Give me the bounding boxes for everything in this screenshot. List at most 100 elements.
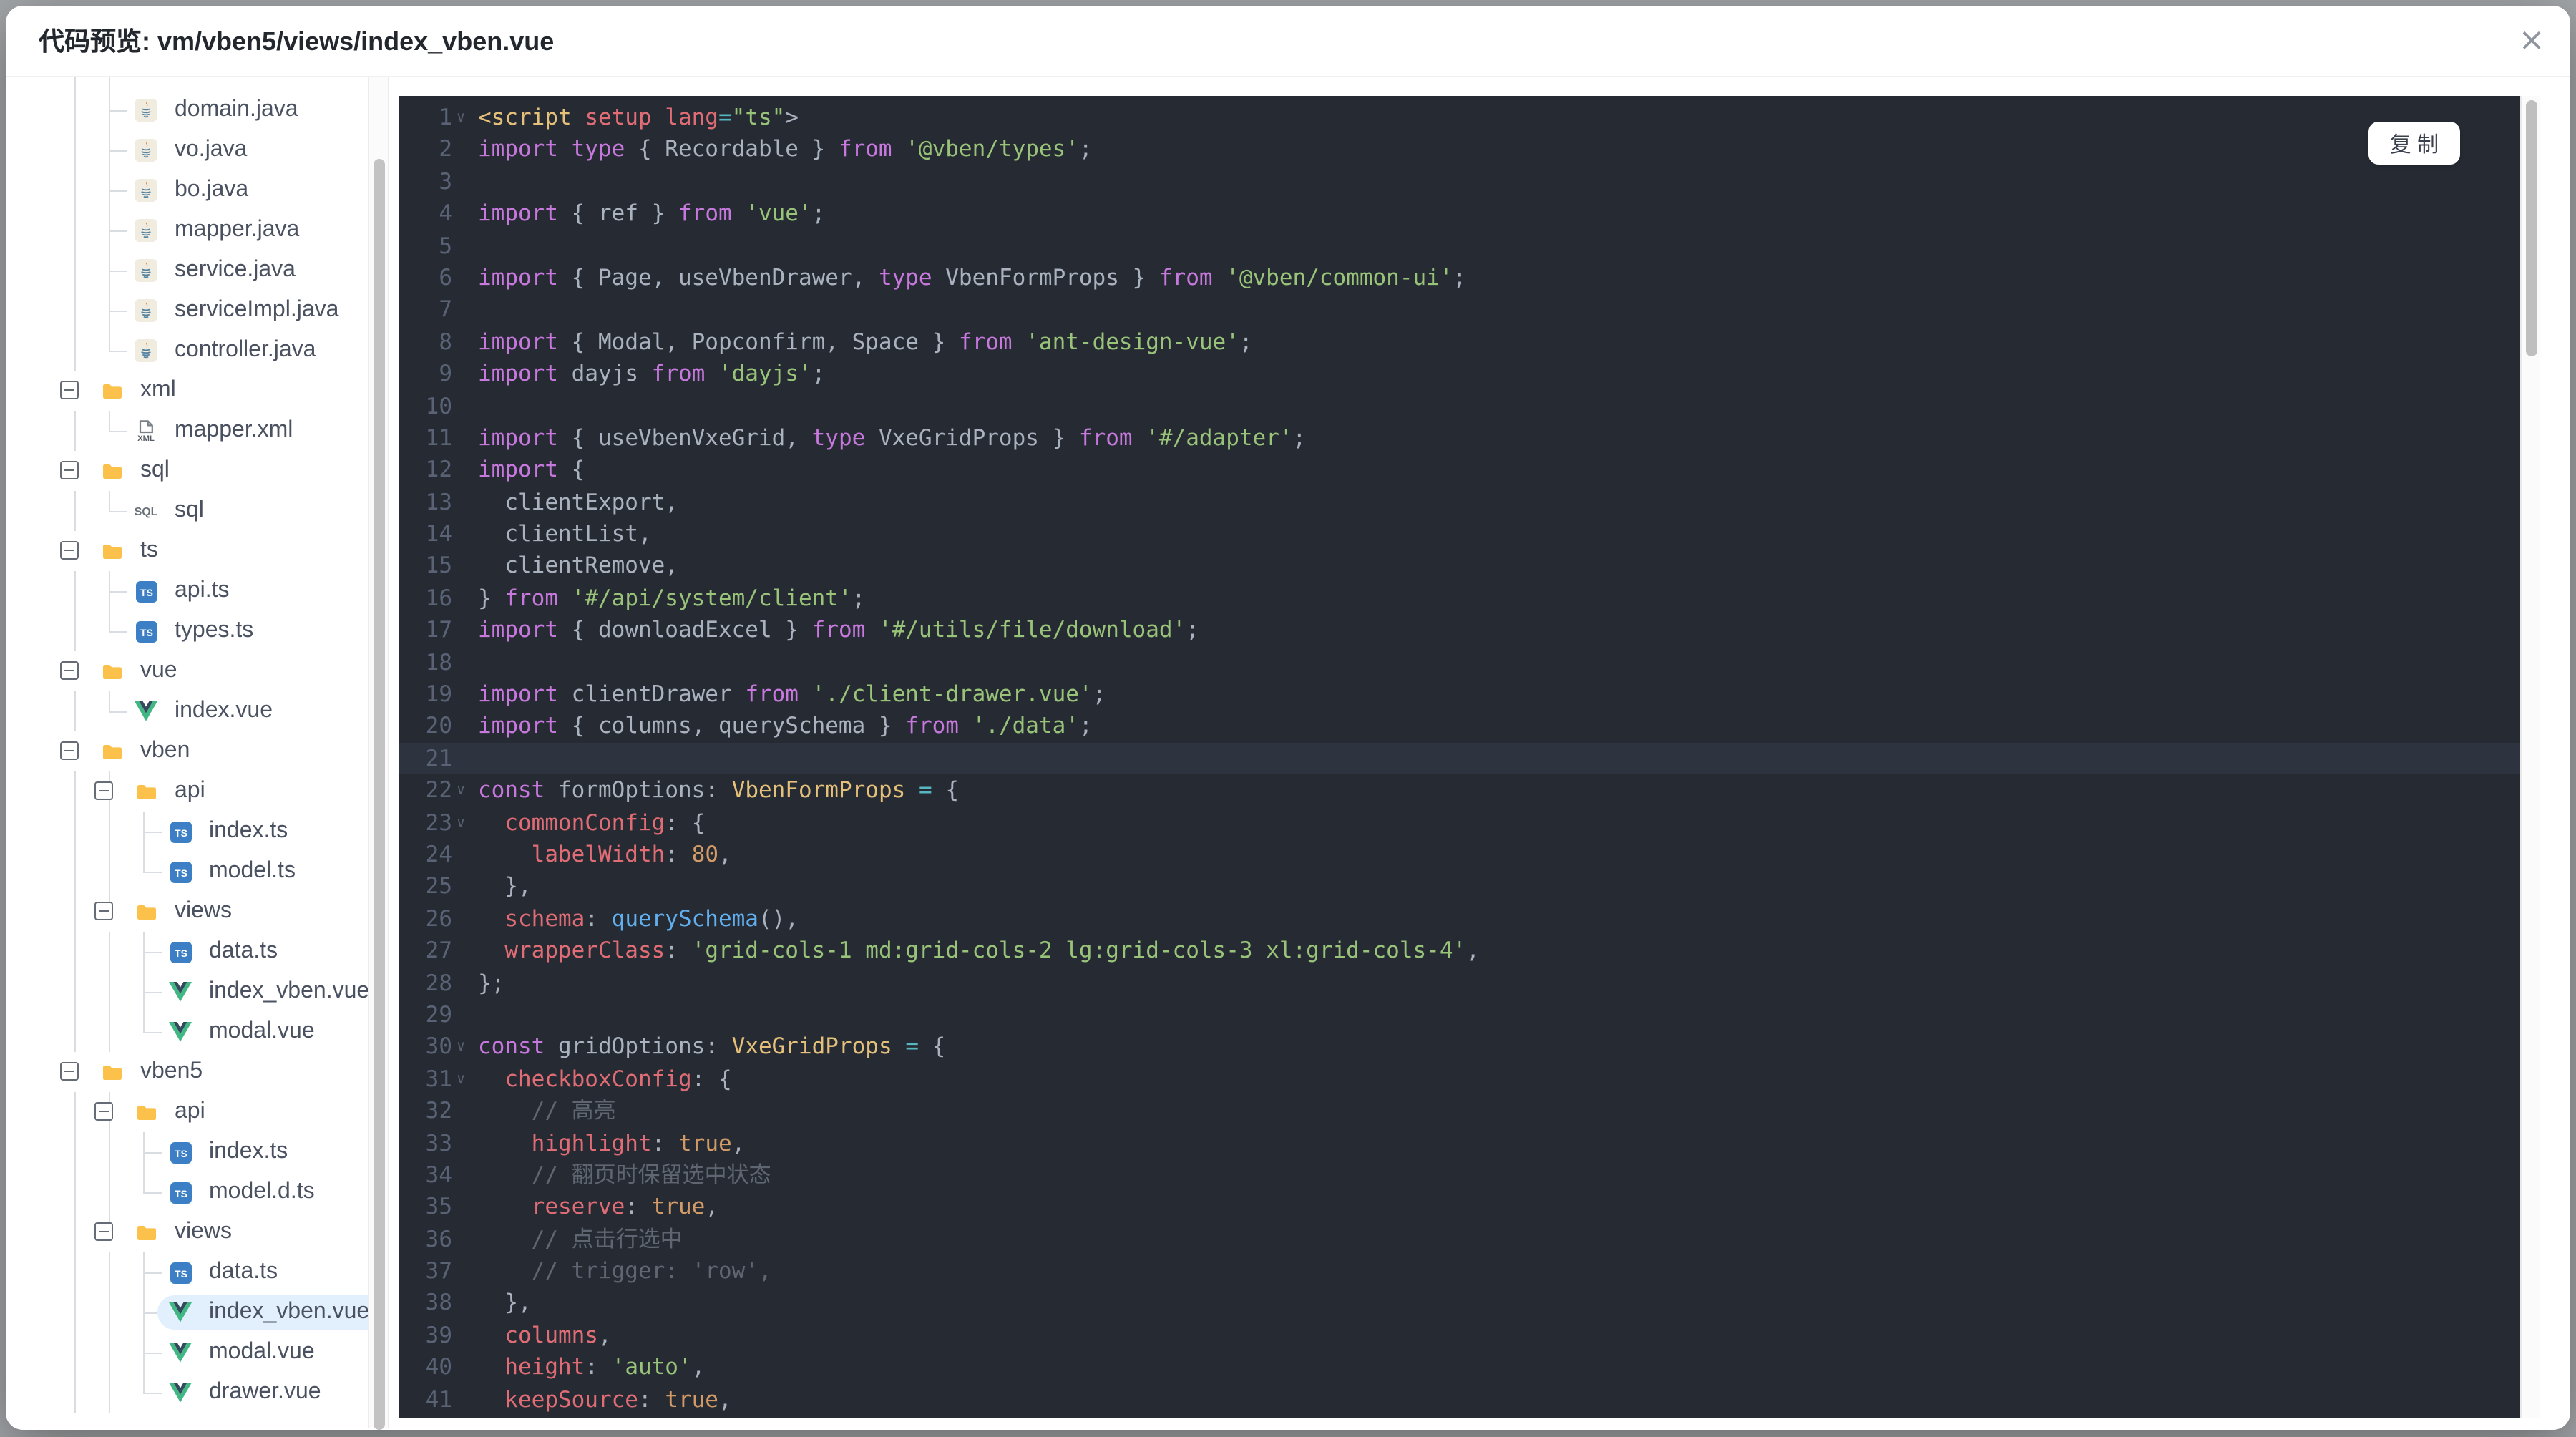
line-number: 12 <box>425 457 452 483</box>
tree-folder-vben[interactable]: vben <box>6 731 368 771</box>
tree-file-data.ts[interactable]: TS data.ts <box>6 932 368 972</box>
tree-file-index_vben.vue[interactable]: index_vben.vue <box>6 972 368 1012</box>
tree-scrollbar[interactable] <box>368 77 389 1430</box>
collapse-minus-icon[interactable] <box>60 661 79 680</box>
collapse-minus-icon[interactable] <box>94 1102 113 1121</box>
tree-file-drawer.vue[interactable]: drawer.vue <box>6 1373 368 1413</box>
tree-file-index.vue[interactable]: index.vue <box>6 691 368 731</box>
tree-file-bo.java[interactable]: bo.java <box>6 170 368 210</box>
code-scrollbar[interactable] <box>2520 96 2540 1418</box>
code-editor[interactable]: 1 ∨ <script setup lang="ts"> 2 import type {… <box>399 96 2520 1418</box>
code-token: '#/adapter' <box>1132 424 1293 451</box>
collapse-minus-icon[interactable] <box>94 781 113 800</box>
collapse-minus-icon[interactable] <box>60 381 79 399</box>
tree-file-index.ts[interactable]: TS index.ts <box>6 812 368 852</box>
tree-file-domain.java[interactable]: domain.java <box>6 90 368 130</box>
tree-folder-xml[interactable]: xml <box>6 371 368 411</box>
tree-file-controller.java[interactable]: controller.java <box>6 331 368 371</box>
tree-folder-sql[interactable]: sql <box>6 451 368 491</box>
line-number: 19 <box>425 681 452 708</box>
tree-row-content: api <box>123 1095 223 1129</box>
tree-file-index.ts[interactable]: TS index.ts <box>6 1132 368 1172</box>
tree-scrollbar-thumb[interactable] <box>374 159 385 1430</box>
fold-chevron-icon[interactable]: ∨ <box>452 1031 478 1068</box>
dialog-body: domain.java vo.java bo.java mapper.java serv… <box>6 77 2570 1430</box>
tree-file-data.ts[interactable]: TS data.ts <box>6 1252 368 1292</box>
tree-file-service.java[interactable]: service.java <box>6 250 368 291</box>
collapse-minus-icon[interactable] <box>60 541 79 560</box>
code-token: 'auto' <box>611 1354 692 1380</box>
code-token: ; <box>1186 617 1199 643</box>
code-token: from <box>905 713 959 739</box>
code-token: , <box>718 841 732 867</box>
code-line-39: 39 columns, <box>399 1320 2520 1352</box>
code-token: VxeGridProps } <box>865 424 1079 451</box>
tree-file-mapper.xml[interactable]: XML mapper.xml <box>6 411 368 451</box>
tree-guide-line <box>109 1012 110 1052</box>
tree-file-mapper.java[interactable]: mapper.java <box>6 210 368 250</box>
tree-folder-views[interactable]: views <box>6 892 368 932</box>
ts-file-icon: TS <box>169 1141 192 1164</box>
line-number: 22 <box>425 777 452 804</box>
tree-folder-api[interactable]: api <box>6 771 368 812</box>
collapse-minus-icon[interactable] <box>94 1222 113 1241</box>
tree-file-sql[interactable]: SQL sql <box>6 491 368 531</box>
collapse-minus-icon[interactable] <box>60 741 79 760</box>
tree-folder-vben5[interactable]: vben5 <box>6 1052 368 1092</box>
code-token: { columns, querySchema } <box>558 713 906 739</box>
code-token: true <box>678 1130 732 1156</box>
code-token: from <box>1158 264 1213 291</box>
vue-file-icon <box>169 1341 192 1364</box>
code-token: 80 <box>691 841 718 867</box>
tree-folder-api[interactable]: api <box>6 1092 368 1132</box>
collapse-minus-icon[interactable] <box>60 461 79 479</box>
tree-guide-line <box>109 611 110 631</box>
tree-file-serviceImpl.java[interactable]: serviceImpl.java <box>6 291 368 331</box>
code-scrollbar-thumb[interactable] <box>2526 100 2537 356</box>
tree-guide-line <box>74 1252 76 1292</box>
line-number: 14 <box>425 521 452 547</box>
tree-file-model.d.ts[interactable]: TS model.d.ts <box>6 1172 368 1212</box>
collapse-minus-icon[interactable] <box>94 902 113 920</box>
code-token: '#/api/system/client' <box>558 585 852 611</box>
tree-file-modal.vue[interactable]: modal.vue <box>6 1333 368 1373</box>
tree-file-index_vben.vue[interactable]: index_vben.vue <box>6 1292 368 1333</box>
fold-chevron-icon[interactable]: ∨ <box>452 807 478 843</box>
xml-file-icon: XML <box>135 419 157 442</box>
tree-guide-line <box>74 1092 76 1132</box>
tree-folder-ts[interactable]: ts <box>6 531 368 571</box>
tree-folder-vue[interactable]: vue <box>6 651 368 691</box>
code-token: from <box>838 136 892 162</box>
copy-button[interactable]: 复 制 <box>2368 122 2460 165</box>
tree-guide-line <box>109 972 110 1012</box>
file-tree[interactable]: domain.java vo.java bo.java mapper.java serv… <box>6 77 368 1428</box>
vue-file-icon <box>169 980 192 1003</box>
tree-item-label: sql <box>140 458 170 482</box>
tree-guide-line <box>74 1333 76 1373</box>
tree-file-types.ts[interactable]: TS types.ts <box>6 611 368 651</box>
tree-item-label: vben5 <box>140 1059 203 1083</box>
fold-chevron-icon[interactable]: ∨ <box>452 774 478 811</box>
vue-file-icon <box>169 1301 192 1324</box>
tree-file-model.ts[interactable]: TS model.ts <box>6 852 368 892</box>
java-file-icon <box>135 259 157 282</box>
code-token: import <box>478 713 558 739</box>
code-token: : { <box>665 809 706 836</box>
tree-file-modal.vue[interactable]: modal.vue <box>6 1012 368 1052</box>
tree-row-content: TS index.ts <box>157 1135 305 1169</box>
tree-item-label: model.ts <box>209 859 296 883</box>
tree-guide-line <box>74 1132 76 1172</box>
code-token: setup lang <box>571 104 718 130</box>
fold-chevron-icon[interactable]: ∨ <box>452 1063 478 1099</box>
close-icon[interactable]: × <box>2513 23 2550 60</box>
code-token: ; <box>1292 424 1307 451</box>
tree-folder-views[interactable]: views <box>6 1212 368 1252</box>
fold-chevron-icon[interactable]: ∨ <box>452 102 478 138</box>
code-token: import <box>478 681 558 708</box>
tree-row-content: bo.java <box>123 173 265 208</box>
tree-file-api.ts[interactable]: TS api.ts <box>6 571 368 611</box>
collapse-minus-icon[interactable] <box>60 1062 79 1081</box>
tree-file-vo.java[interactable]: vo.java <box>6 130 368 170</box>
code-token: { <box>932 777 960 804</box>
line-number: 4 <box>439 200 452 227</box>
